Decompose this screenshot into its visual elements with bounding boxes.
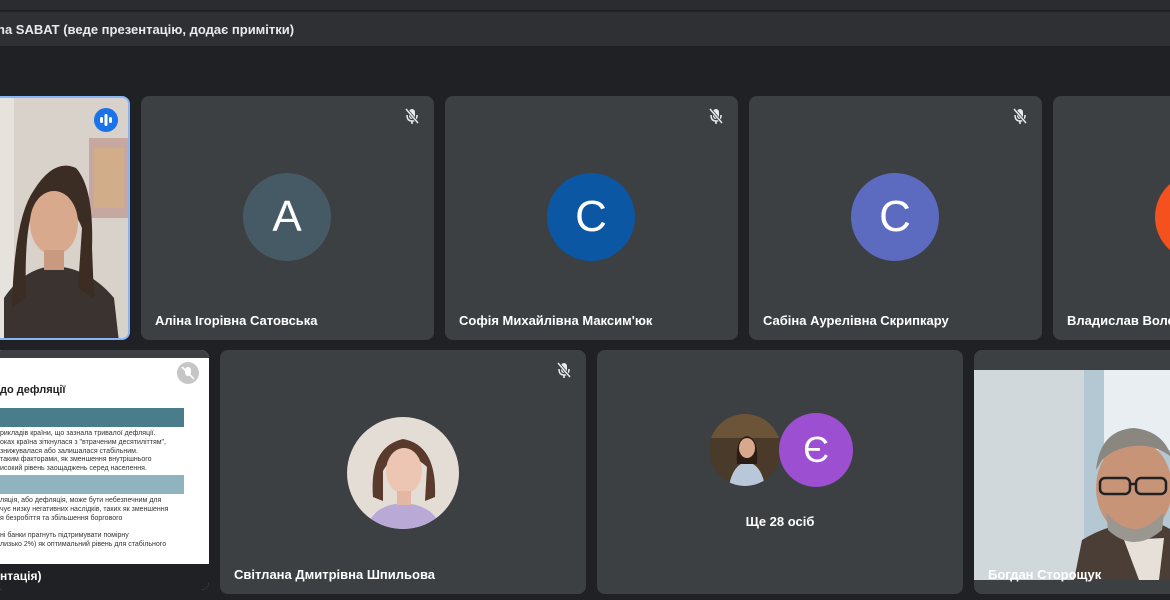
mic-off-icon (556, 362, 572, 378)
slide-body-3: ні банки прагнуть підтримувати помірну л… (0, 532, 166, 550)
slide-section-bar (0, 475, 184, 494)
presentation-footer: нтація) (0, 564, 209, 590)
more-participants-avatar: Є (779, 413, 853, 487)
slide-body-2: ляція, або дефляція, може бути небезпечн… (0, 497, 168, 523)
participant-tile[interactable]: Богдан Сторощук (974, 350, 1170, 594)
slide-line: чує низку негативних наслідків, таких як… (0, 505, 169, 513)
participant-name: Аліна Ігорівна Сатовська (155, 313, 318, 328)
mic-off-icon (1012, 108, 1028, 124)
presentation-banner: na SABAT (веде презентацію, додає приміт… (0, 12, 1170, 46)
mic-off-icon (177, 362, 199, 384)
participant-name: Владислав Володимирович (1067, 313, 1170, 328)
avatar: С (547, 173, 635, 261)
slide-title: до дефляції (0, 384, 66, 396)
slide-line: ні банки прагнуть підтримувати помірну (0, 532, 129, 539)
participant-name: Сабіна Аурелівна Скрипкару (763, 313, 949, 328)
participant-tile[interactable]: С Сабіна Аурелівна Скрипкару (749, 96, 1042, 340)
slide-line: я безробіття та збільшення боргового (0, 514, 123, 522)
participant-video (974, 370, 1170, 580)
participant-tile[interactable]: Владислав Володимирович (1053, 96, 1170, 340)
slide-body: рикладів країни, що зазнала тривалої деф… (0, 430, 166, 474)
participant-name: Світлана Дмитрівна Шпильова (234, 567, 435, 582)
top-strip (0, 0, 1170, 10)
slide-header-bar (0, 408, 184, 427)
slide-line: лизько 2%) як оптимальний рівень для ста… (0, 540, 167, 548)
more-participants-tile[interactable]: Є Ще 28 осіб (597, 350, 963, 594)
speaker-video (0, 98, 128, 338)
slide-line: исокий рівень заощаджень серед населення… (0, 465, 147, 472)
avatar: А (243, 173, 331, 261)
more-participants-label: Ще 28 осіб (745, 514, 815, 529)
participant-tile[interactable]: А Аліна Ігорівна Сатовська (141, 96, 434, 340)
banner-text: na SABAT (веде презентацію, додає приміт… (0, 21, 295, 37)
participant-tile[interactable]: Світлана Дмитрівна Шпильова (220, 350, 586, 594)
mic-off-icon (708, 108, 724, 124)
avatar-photo (709, 414, 781, 486)
slide-line: таким факторами, як зменшення внутрішньо… (0, 456, 152, 464)
slide-line: ляція, або дефляція, може бути небезпечн… (0, 497, 162, 504)
avatar-photo (347, 417, 459, 529)
slide-line: оках країна зіткнулася з "втраченим деся… (0, 438, 166, 446)
slide-line: рикладів країни, що зазнала тривалої деф… (0, 430, 156, 437)
avatar: С (851, 173, 939, 261)
participant-name: Богдан Сторощук (988, 567, 1102, 582)
participant-name: Софія Михайлівна Максим'юк (459, 313, 653, 328)
speaking-indicator-icon (94, 108, 118, 132)
avatar (1155, 173, 1170, 261)
slide-line: знижувалася або залишалася стабільним. (0, 447, 138, 455)
presentation-top-bar (0, 350, 209, 358)
presentation-tile[interactable]: до дефляції рикладів країни, що зазнала … (0, 350, 209, 590)
participant-tile[interactable]: С Софія Михайлівна Максим'юк (445, 96, 738, 340)
participant-tile-speaker[interactable] (0, 96, 130, 340)
presentation-owner-label: нтація) (0, 569, 42, 583)
mic-off-icon (404, 108, 420, 124)
